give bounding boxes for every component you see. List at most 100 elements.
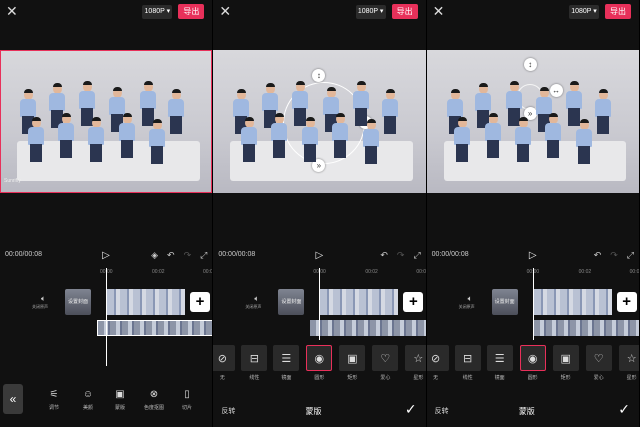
overlay-clip[interactable]: [310, 320, 426, 336]
export-button[interactable]: 导出: [391, 4, 418, 19]
playhead[interactable]: [106, 268, 107, 366]
none-icon: ⊘: [213, 345, 236, 371]
mask-none[interactable]: ⊘ 无: [213, 345, 237, 381]
check-icon[interactable]: ✓: [618, 401, 630, 418]
selection-frame: [0, 50, 213, 193]
mask-mirror[interactable]: ☰ 镜面: [271, 345, 301, 381]
resolution-select[interactable]: 1080P ▾: [142, 5, 173, 19]
video-preview[interactable]: ↕ ↔ »: [213, 50, 426, 193]
ruler-tick: 00:0: [629, 269, 640, 275]
circle-icon: ◉: [306, 345, 333, 371]
resize-vertical-icon[interactable]: ↕: [523, 58, 537, 71]
add-clip-button[interactable]: +: [616, 292, 637, 312]
mask-heart[interactable]: ♡ 爱心: [584, 345, 614, 381]
close-icon[interactable]: ✕: [6, 3, 18, 19]
tool-beauty[interactable]: ☺ 美颜: [74, 388, 102, 411]
tool-anim[interactable]: ▯ 切片: [173, 388, 201, 411]
beauty-icon: ☺: [82, 389, 94, 400]
playhead[interactable]: [319, 268, 321, 340]
add-clip-button[interactable]: +: [403, 292, 424, 312]
mask-label: 无: [433, 375, 439, 381]
circle-icon: ◉: [519, 345, 546, 371]
cover-thumb[interactable]: 设置封面: [65, 289, 91, 315]
close-icon[interactable]: ✕: [219, 3, 231, 19]
resize-vertical-icon[interactable]: ↕: [312, 69, 326, 82]
playback-controls: 00:00/00:08 ▷ ◈ ↶ ↷ ⤢: [0, 250, 212, 264]
cover-thumb[interactable]: 设置封面: [278, 289, 305, 315]
play-icon[interactable]: ▷: [529, 250, 537, 261]
overlay-clip-selected[interactable]: [97, 320, 213, 336]
undo-icon[interactable]: ↶: [594, 250, 602, 261]
collapse-button[interactable]: «: [3, 384, 23, 414]
speaker-icon[interactable]: 🔈︎: [41, 294, 46, 304]
ruler-tick: 00:02: [578, 269, 592, 275]
undo-icon[interactable]: ↶: [167, 250, 175, 261]
fullscreen-icon[interactable]: ⤢: [627, 250, 634, 261]
mask-circle[interactable]: ◉ 圆形: [518, 345, 548, 381]
adjust-icon: ⚟: [49, 389, 59, 400]
mask-mirror[interactable]: ☰ 镜面: [485, 345, 515, 381]
speaker-icon[interactable]: 🔈︎: [254, 294, 259, 304]
mask-circle[interactable]: ◉ 圆形: [304, 345, 334, 381]
add-clip-button[interactable]: +: [190, 292, 210, 312]
person-figure: [484, 113, 502, 158]
tool-chroma[interactable]: ⊗ 色度抠图: [140, 388, 168, 411]
mask-star[interactable]: ☆ 星形: [617, 345, 639, 381]
chroma-icon: ⊗: [149, 389, 159, 400]
resolution-select[interactable]: 1080P ▾: [355, 5, 386, 19]
panel-mask-edit: ✕ 1080P ▾ 导出 ↕ ↔ » 00:00/00:08 ▷ ↶ ↷ ⤢ 0…: [213, 0, 427, 427]
audio-toggle-label: 关闭原声: [458, 304, 475, 309]
video-clip[interactable]: [107, 289, 185, 315]
tool-bar: ⚟ 调节 ☺ 美颜 ▣ 蒙版 ⊗ 色度抠图 ▯ 切片: [0, 380, 213, 427]
heart-icon: ♡: [372, 345, 399, 371]
mask-linear[interactable]: ⊟ 线性: [453, 345, 483, 381]
mask-star[interactable]: ☆ 星形: [403, 345, 426, 381]
check-icon[interactable]: ✓: [405, 401, 417, 418]
keyframe-icon[interactable]: ◈: [151, 250, 158, 261]
mask-label: 镜面: [281, 375, 292, 381]
mask-label: 星形: [413, 375, 424, 381]
redo-icon[interactable]: ↷: [610, 250, 618, 261]
person-figure: [240, 117, 258, 162]
tool-mask[interactable]: ▣ 蒙版: [106, 388, 134, 411]
playhead[interactable]: [532, 268, 534, 340]
export-button[interactable]: 导出: [604, 4, 631, 19]
overlay-clip[interactable]: [533, 320, 639, 336]
audio-toggle-label: 关闭原声: [245, 304, 262, 309]
mask-label: 矩形: [560, 375, 571, 381]
mask-linear[interactable]: ⊟ 线性: [239, 345, 269, 381]
play-icon[interactable]: ▷: [102, 250, 110, 261]
top-bar: ✕ 1080P ▾ 导出: [0, 0, 212, 24]
video-preview[interactable]: ↕ ↔ »: [426, 50, 639, 193]
tool-adjust[interactable]: ⚟ 调节: [40, 388, 68, 411]
panel-mask-shrunk: ✕ 1080P ▾ 导出 ↕ ↔ » 00:00/00:08 ▷ ↶ ↷ ⤢ 0…: [426, 0, 640, 427]
mask-rect[interactable]: ▣ 矩形: [337, 345, 367, 381]
redo-icon[interactable]: ↷: [397, 250, 405, 261]
video-clip[interactable]: [533, 289, 612, 315]
cover-thumb[interactable]: 设置封面: [491, 289, 518, 315]
person-figure: [514, 117, 532, 162]
mask-label: 镜面: [494, 375, 505, 381]
mask-rect[interactable]: ▣ 矩形: [551, 345, 581, 381]
mask-none[interactable]: ⊘ 无: [426, 345, 451, 381]
play-icon[interactable]: ▷: [315, 250, 323, 261]
mirror-icon: ☰: [273, 345, 300, 371]
close-icon[interactable]: ✕: [433, 3, 445, 19]
invert-button[interactable]: 反转: [435, 406, 449, 416]
resolution-select[interactable]: 1080P ▾: [568, 5, 599, 19]
person-figure: [594, 89, 612, 134]
ruler-tick: 00:02: [152, 269, 165, 275]
mask-label: 爱心: [593, 375, 604, 381]
redo-icon[interactable]: ↷: [184, 250, 192, 261]
fullscreen-icon[interactable]: ⤢: [413, 250, 420, 261]
invert-button[interactable]: 反转: [221, 406, 235, 416]
mask-heart[interactable]: ♡ 爱心: [370, 345, 400, 381]
ruler-tick: 00:0: [203, 269, 213, 275]
video-clip[interactable]: [320, 289, 399, 315]
fullscreen-icon[interactable]: ⤢: [200, 250, 207, 261]
undo-icon[interactable]: ↶: [380, 250, 388, 261]
export-button[interactable]: 导出: [178, 4, 205, 19]
tool-label: 切片: [181, 405, 192, 411]
speaker-icon[interactable]: 🔈︎: [468, 294, 473, 304]
mask-icon: ▣: [115, 389, 125, 400]
